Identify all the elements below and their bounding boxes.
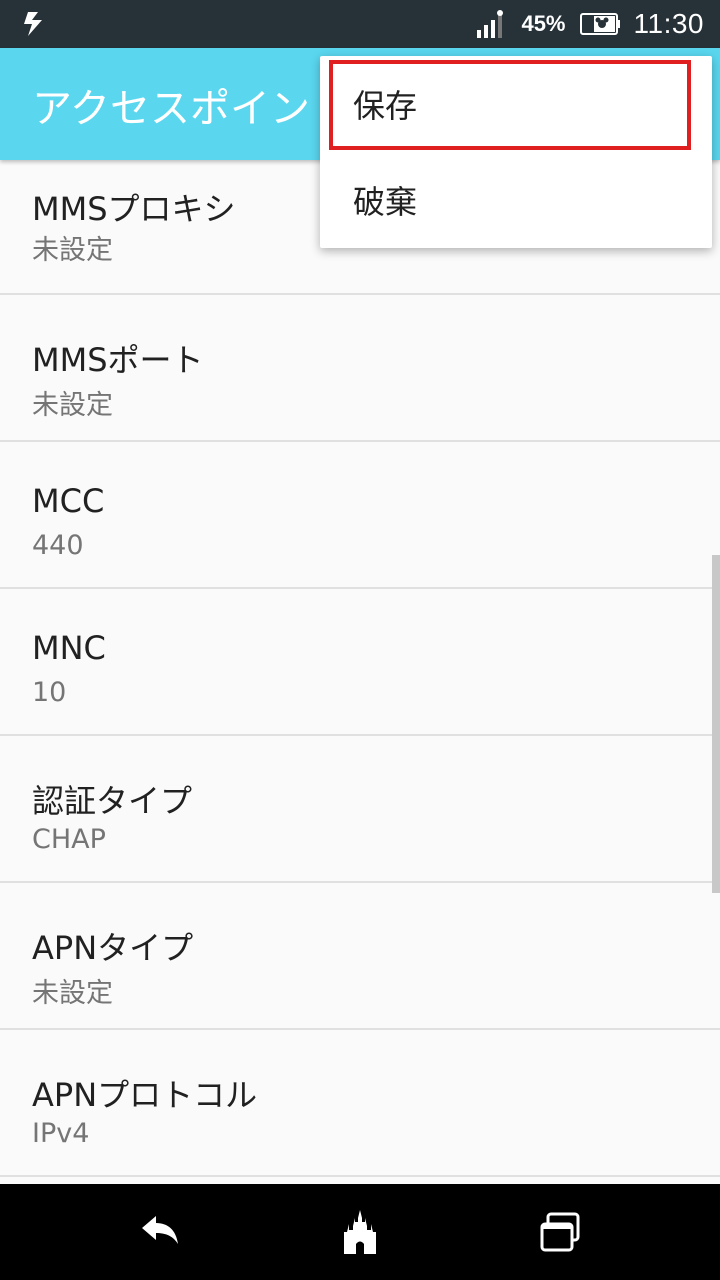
setting-title: MNC [32, 629, 106, 667]
setting-title: MMSプロキシ [32, 190, 236, 228]
setting-value: 10 [32, 677, 67, 708]
setting-mms-port[interactable]: MMSポート 未設定 [0, 295, 720, 442]
battery-icon [579, 13, 620, 35]
back-icon[interactable] [136, 1208, 184, 1256]
setting-value: 未設定 [32, 235, 113, 266]
highlight-box [329, 60, 691, 150]
setting-apn-type[interactable]: APNタイプ 未設定 [0, 883, 720, 1030]
discard-menu-item[interactable]: 破棄 [320, 152, 712, 248]
recent-apps-icon[interactable] [536, 1208, 584, 1256]
setting-auth-type[interactable]: 認証タイプ CHAP [0, 736, 720, 883]
setting-title: MMSポート [32, 341, 204, 379]
navigation-bar [0, 1184, 720, 1280]
setting-title: 認証タイプ [32, 782, 193, 820]
signal-icon [477, 10, 504, 38]
settings-list: MMSプロキシ 未設定 MMSポート 未設定 MCC 440 MNC 10 認証… [0, 160, 720, 1177]
notification-icon [24, 12, 42, 36]
setting-mcc[interactable]: MCC 440 [0, 442, 720, 589]
setting-value: 440 [32, 530, 84, 561]
setting-value: 未設定 [32, 978, 113, 1009]
overflow-menu: 保存 破棄 [320, 56, 712, 248]
setting-mnc[interactable]: MNC 10 [0, 589, 720, 736]
clock: 11:30 [633, 8, 704, 39]
home-castle-icon[interactable] [336, 1208, 384, 1256]
setting-value: 未設定 [32, 390, 113, 421]
battery-percent: 45% [521, 11, 566, 36]
setting-value: CHAP [32, 824, 106, 855]
scrollbar[interactable] [712, 555, 720, 893]
setting-title: MCC [32, 482, 105, 520]
setting-title: APNタイプ [32, 929, 194, 967]
page-title: アクセスポイン [32, 86, 310, 132]
status-bar: 45% 11:30 [0, 0, 720, 48]
setting-title: APNプロトコル [32, 1076, 258, 1114]
setting-apn-protocol[interactable]: APNプロトコル IPv4 [0, 1030, 720, 1177]
setting-value: IPv4 [32, 1118, 90, 1149]
